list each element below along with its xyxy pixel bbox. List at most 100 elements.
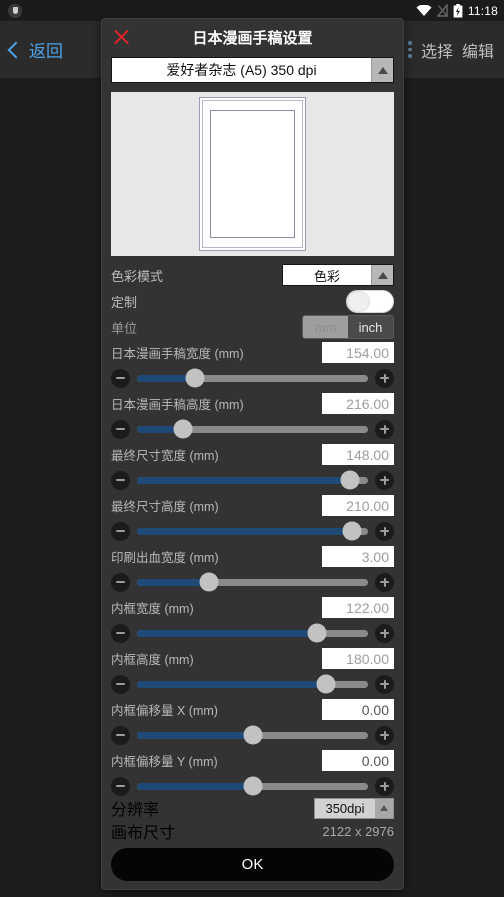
decrement-button[interactable] (111, 776, 130, 796)
slider-track[interactable] (137, 368, 368, 388)
slider-thumb[interactable] (185, 368, 205, 388)
custom-row: 定制 (111, 288, 394, 314)
increment-button[interactable] (375, 776, 394, 796)
color-mode-dropdown[interactable]: 色彩 (282, 264, 394, 286)
slider-track[interactable] (137, 623, 368, 643)
slider-thumb[interactable] (199, 572, 219, 592)
field-group: 内框偏移量 Y (mm) 0.00 (111, 748, 394, 796)
slider-thumb[interactable] (243, 776, 262, 796)
dialog-body: 色彩模式 色彩 定制 单位 mm inch 日本漫画手稿宽度 (mm) 154.… (102, 256, 403, 796)
signal-off-icon (436, 4, 448, 17)
edit-button[interactable]: 编辑 (462, 38, 494, 62)
unit-option-mm[interactable]: mm (303, 316, 348, 338)
field-value-input[interactable]: 122.00 (322, 597, 394, 618)
dialog-header: 日本漫画手稿设置 (102, 19, 403, 57)
increment-button[interactable] (375, 368, 394, 388)
field-label: 内框高度 (mm) (111, 653, 194, 667)
inner-frame (210, 110, 295, 238)
slider-track[interactable] (137, 572, 368, 592)
unit-row: 单位 mm inch (111, 314, 394, 340)
field-header: 最终尺寸高度 (mm) 210.00 (111, 493, 394, 518)
field-slider-row (111, 569, 394, 595)
chevron-up-icon[interactable] (375, 798, 393, 818)
preset-value: 爱好者杂志 (A5) 350 dpi (166, 62, 317, 78)
field-group: 印刷出血宽度 (mm) 3.00 (111, 544, 394, 595)
slider-track[interactable] (137, 674, 368, 694)
increment-button[interactable] (375, 623, 394, 643)
increment-button[interactable] (375, 419, 394, 439)
slider-track[interactable] (137, 776, 368, 796)
increment-button[interactable] (375, 674, 394, 694)
canvas-size-value: 2122 x 2976 (322, 823, 394, 839)
field-slider-row (111, 467, 394, 493)
slider-thumb[interactable] (243, 725, 262, 745)
increment-button[interactable] (375, 572, 394, 592)
increment-button[interactable] (375, 521, 394, 541)
slider-track[interactable] (137, 470, 368, 490)
field-value-input[interactable]: 148.00 (322, 444, 394, 465)
field-value-input[interactable]: 210.00 (322, 495, 394, 516)
toggle-knob (348, 291, 369, 311)
field-value-input[interactable]: 180.00 (322, 648, 394, 669)
status-bar-left (8, 3, 22, 18)
app-bar-right: 选择 编辑 (408, 38, 504, 62)
slider-track[interactable] (137, 725, 368, 745)
dialog-footer: 分辨率 350dpi 画布尺寸 2122 x 2976 OK (102, 796, 403, 889)
slider-thumb[interactable] (340, 470, 360, 490)
field-value-input[interactable]: 0.00 (322, 699, 394, 720)
field-value-input[interactable]: 154.00 (322, 342, 394, 363)
slider-thumb[interactable] (342, 521, 362, 541)
slider-fill (137, 578, 209, 586)
field-value-input[interactable]: 3.00 (322, 546, 394, 567)
select-button[interactable]: 选择 (421, 38, 453, 62)
slider-track[interactable] (137, 521, 368, 541)
decrement-button[interactable] (111, 674, 130, 694)
field-label: 印刷出血宽度 (mm) (111, 551, 219, 565)
resolution-dropdown[interactable]: 350dpi (314, 797, 394, 819)
color-mode-value: 色彩 (313, 268, 340, 284)
decrement-button[interactable] (111, 368, 130, 388)
field-label: 日本漫画手稿高度 (mm) (111, 398, 244, 412)
unit-segmented-control[interactable]: mm inch (302, 315, 394, 339)
decrement-button[interactable] (111, 419, 130, 439)
kebab-menu-icon[interactable] (408, 41, 412, 58)
slider-thumb[interactable] (173, 419, 193, 439)
field-slider-row (111, 365, 394, 391)
preset-row: 爱好者杂志 (A5) 350 dpi (102, 57, 403, 88)
slider-track[interactable] (137, 419, 368, 439)
back-button[interactable]: 返回 (0, 37, 63, 62)
slider-thumb[interactable] (316, 674, 336, 694)
custom-label: 定制 (111, 294, 138, 310)
field-value-input[interactable]: 216.00 (322, 393, 394, 414)
canvas-size-label: 画布尺寸 (111, 825, 176, 842)
field-list: 日本漫画手稿宽度 (mm) 154.00 日本漫画手稿高度 (mm) 216.00 最终… (111, 340, 394, 796)
field-header: 日本漫画手稿高度 (mm) 216.00 (111, 391, 394, 416)
slider-thumb[interactable] (307, 623, 327, 643)
ok-button[interactable]: OK (111, 848, 394, 881)
field-label: 内框偏移量 Y (mm) (111, 755, 218, 769)
decrement-button[interactable] (111, 623, 130, 643)
field-label: 最终尺寸高度 (mm) (111, 500, 219, 514)
field-group: 日本漫画手稿宽度 (mm) 154.00 (111, 340, 394, 391)
increment-button[interactable] (375, 725, 394, 745)
field-header: 印刷出血宽度 (mm) 3.00 (111, 544, 394, 569)
field-value-input[interactable]: 0.00 (322, 750, 394, 771)
screen: 11:18 返回 我的画库 (0) i 选择 编辑 没有艺术作品。 点击右上角的… (0, 0, 504, 897)
increment-button[interactable] (375, 470, 394, 490)
field-label: 日本漫画手稿宽度 (mm) (111, 347, 244, 361)
decrement-button[interactable] (111, 470, 130, 490)
field-slider-row (111, 773, 394, 796)
chevron-up-icon[interactable] (371, 58, 393, 82)
resolution-label: 分辨率 (111, 802, 160, 819)
unit-option-inch[interactable]: inch (348, 316, 393, 338)
chevron-left-icon (7, 41, 25, 58)
color-mode-row: 色彩模式 色彩 (111, 262, 394, 288)
decrement-button[interactable] (111, 725, 130, 745)
decrement-button[interactable] (111, 572, 130, 592)
chevron-up-icon[interactable] (371, 265, 393, 285)
custom-toggle[interactable] (346, 289, 394, 313)
battery-charging-icon (453, 3, 463, 17)
dialog-title: 日本漫画手稿设置 (192, 30, 313, 47)
decrement-button[interactable] (111, 521, 130, 541)
preset-dropdown[interactable]: 爱好者杂志 (A5) 350 dpi (111, 57, 394, 83)
